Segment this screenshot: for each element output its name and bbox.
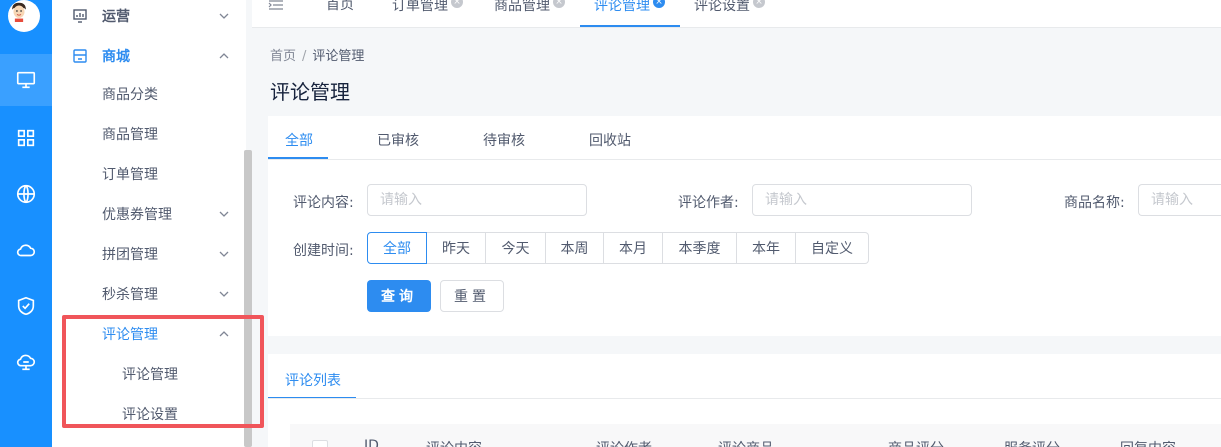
sidebar-item-mall[interactable]: 商城 <box>52 36 246 76</box>
time-label: 创建时间: <box>293 243 354 259</box>
author-label: 评论作者: <box>678 195 739 211</box>
shield-icon[interactable] <box>0 280 52 332</box>
tab-home[interactable]: 首页 <box>326 0 354 28</box>
sidebar-item-operations[interactable]: 运营 <box>52 0 246 36</box>
query-button[interactable]: 查询 <box>367 280 431 312</box>
column-header[interactable]: 评论作者 <box>596 438 652 447</box>
tab-approved[interactable]: 已审核 <box>377 130 419 150</box>
chevron-down-icon <box>219 211 229 217</box>
product-label: 商品名称: <box>1064 195 1125 211</box>
globe-icon[interactable] <box>0 168 52 220</box>
sidebar-item-product-management[interactable]: 商品管理 <box>52 114 246 154</box>
select-all-checkbox[interactable] <box>312 440 328 447</box>
avatar[interactable] <box>8 0 40 32</box>
comment-list-card: 评论列表 ID 评论内容 评论作者 评论商品 商品评分 服务评分 回复内容 <box>268 354 1221 447</box>
time-this-week-button[interactable]: 本周 <box>546 232 604 264</box>
tab-all[interactable]: 全部 <box>285 130 313 150</box>
sidebar-item-label: 订单管理 <box>102 167 158 183</box>
comment-author-input[interactable]: 请输入 <box>752 184 972 216</box>
highlight-annotation <box>62 315 264 428</box>
column-header[interactable]: 评论内容 <box>426 438 482 447</box>
breadcrumb-current: 评论管理 <box>312 49 365 64</box>
column-header[interactable]: ID <box>364 438 379 447</box>
time-this-month-button[interactable]: 本月 <box>604 232 663 264</box>
menu-collapse-icon[interactable] <box>268 0 284 10</box>
time-this-quarter-button[interactable]: 本季度 <box>663 232 737 264</box>
column-header[interactable]: 商品评分 <box>888 438 944 447</box>
time-today-button[interactable]: 今天 <box>486 232 546 264</box>
tab-recycle-bin[interactable]: 回收站 <box>589 130 631 150</box>
time-yesterday-button[interactable]: 昨天 <box>427 232 486 264</box>
grid-icon[interactable] <box>0 112 52 164</box>
close-icon[interactable]: × <box>753 0 765 8</box>
sidebar-item-coupon-management[interactable]: 优惠券管理 <box>52 194 246 234</box>
close-icon[interactable]: × <box>653 0 665 8</box>
sidebar-item-group-buy[interactable]: 拼团管理 <box>52 234 246 274</box>
tab-order-management[interactable]: 订单管理 × <box>392 0 463 28</box>
active-tab-indicator <box>580 25 680 27</box>
reset-button[interactable]: 重置 <box>440 280 504 312</box>
time-custom-button[interactable]: 自定义 <box>796 232 869 264</box>
filter-card: 全部 已审核 待审核 回收站 评论内容: 请输入 评论作者: 请输入 商品名称:… <box>268 116 1221 336</box>
sidebar-item-flash-sale[interactable]: 秒杀管理 <box>52 274 246 314</box>
close-icon[interactable]: × <box>451 0 463 8</box>
icon-rail <box>0 0 52 447</box>
divider <box>268 398 1221 399</box>
store-icon <box>73 49 87 63</box>
monitor-icon[interactable] <box>0 54 52 106</box>
sidebar-item-product-category[interactable]: 商品分类 <box>52 74 246 114</box>
tab-comment-management[interactable]: 评论管理 × <box>594 0 665 28</box>
page-title: 评论管理 <box>270 80 350 104</box>
chart-icon <box>73 9 87 23</box>
chevron-down-icon <box>219 251 229 257</box>
content-label: 评论内容: <box>293 195 354 211</box>
tab-comment-list[interactable]: 评论列表 <box>285 370 341 390</box>
cloud-network-icon[interactable] <box>0 336 52 388</box>
sidebar-item-order-management[interactable]: 订单管理 <box>52 154 246 194</box>
column-header[interactable]: 评论商品 <box>718 438 774 447</box>
tab-product-management[interactable]: 商品管理 × <box>494 0 565 28</box>
time-range-group: 全部 昨天 今天 本周 本月 本季度 本年 自定义 <box>367 232 869 264</box>
chevron-down-icon <box>219 13 229 19</box>
tab-bar: 首页 订单管理 × 商品管理 × 评论管理 × 评论设置 × <box>252 0 1221 28</box>
active-subtab-indicator <box>268 157 328 159</box>
sidebar-item-label: 优惠券管理 <box>102 207 172 223</box>
sidebar-item-label: 商品分类 <box>102 87 158 103</box>
time-all-button[interactable]: 全部 <box>367 232 427 264</box>
comment-content-input[interactable]: 请输入 <box>367 184 587 216</box>
chevron-down-icon <box>219 291 229 297</box>
column-header[interactable]: 服务评分 <box>1004 438 1060 447</box>
sidebar-item-label: 商城 <box>102 49 130 65</box>
status-tabs: 全部 已审核 待审核 回收站 <box>268 116 1221 160</box>
sidebar-item-label: 商品管理 <box>102 127 158 143</box>
tab-pending[interactable]: 待审核 <box>483 130 525 150</box>
table-header: ID 评论内容 评论作者 评论商品 商品评分 服务评分 回复内容 <box>290 424 1221 447</box>
sidebar-item-label: 运营 <box>102 9 130 25</box>
close-icon[interactable]: × <box>553 0 565 8</box>
time-this-year-button[interactable]: 本年 <box>737 232 796 264</box>
sidebar-item-label: 秒杀管理 <box>102 287 158 303</box>
product-name-input[interactable]: 请输入 <box>1138 184 1221 216</box>
sidebar-item-label: 拼团管理 <box>102 247 158 263</box>
breadcrumb-home[interactable]: 首页 <box>270 49 296 64</box>
breadcrumb: 首页 / 评论管理 <box>270 49 365 64</box>
cloud-icon[interactable] <box>0 224 52 276</box>
chevron-up-icon <box>219 53 229 59</box>
column-header[interactable]: 回复内容 <box>1120 438 1176 447</box>
tab-comment-settings[interactable]: 评论设置 × <box>694 0 765 28</box>
